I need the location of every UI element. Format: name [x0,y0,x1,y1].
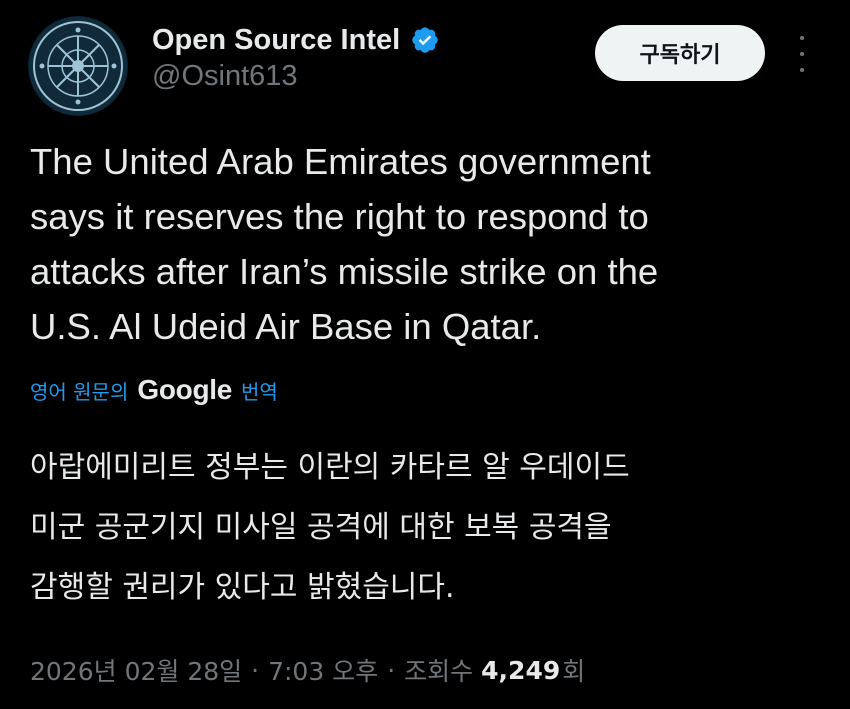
views-count[interactable]: 4,249 [481,656,560,685]
subscribe-button[interactable]: 구독하기 [595,25,765,81]
verified-badge-icon [412,27,438,53]
post-time[interactable]: 7:03 오후 [268,652,378,688]
ship-wheel-logo-icon [29,17,127,115]
more-vertical-icon[interactable] [790,36,814,72]
google-logo: Google [137,374,233,405]
post-header: Open Source Intel @Osint613 구독하기 [0,0,850,120]
meta-separator: · [387,655,396,685]
author-name-row: Open Source Intel [152,20,440,60]
views-label: 조회수 [404,657,474,686]
translated-text: 아랍에미리트 정부는 이란의 카타르 알 우데이드 미군 공군기지 미사일 공격… [30,450,630,605]
avatar[interactable] [28,16,128,116]
post-date[interactable]: 2026년 02월 28일 [30,652,242,688]
translation-prefix: 영어 원문의 [30,379,129,404]
translation-attribution[interactable]: 영어 원문의 Google 번역 [30,370,278,410]
post-meta: 2026년 02월 28일 · 7:03 오후 · 조회수 4,249 회 [30,650,585,690]
author-display-name[interactable]: Open Source Intel [152,24,400,57]
views-suffix: 회 [562,657,586,686]
translation-suffix: 번역 [241,379,278,404]
post-text: The United Arab Emirates government says… [30,141,659,347]
author-handle[interactable]: @Osint613 [152,60,298,93]
meta-separator: · [251,655,260,685]
